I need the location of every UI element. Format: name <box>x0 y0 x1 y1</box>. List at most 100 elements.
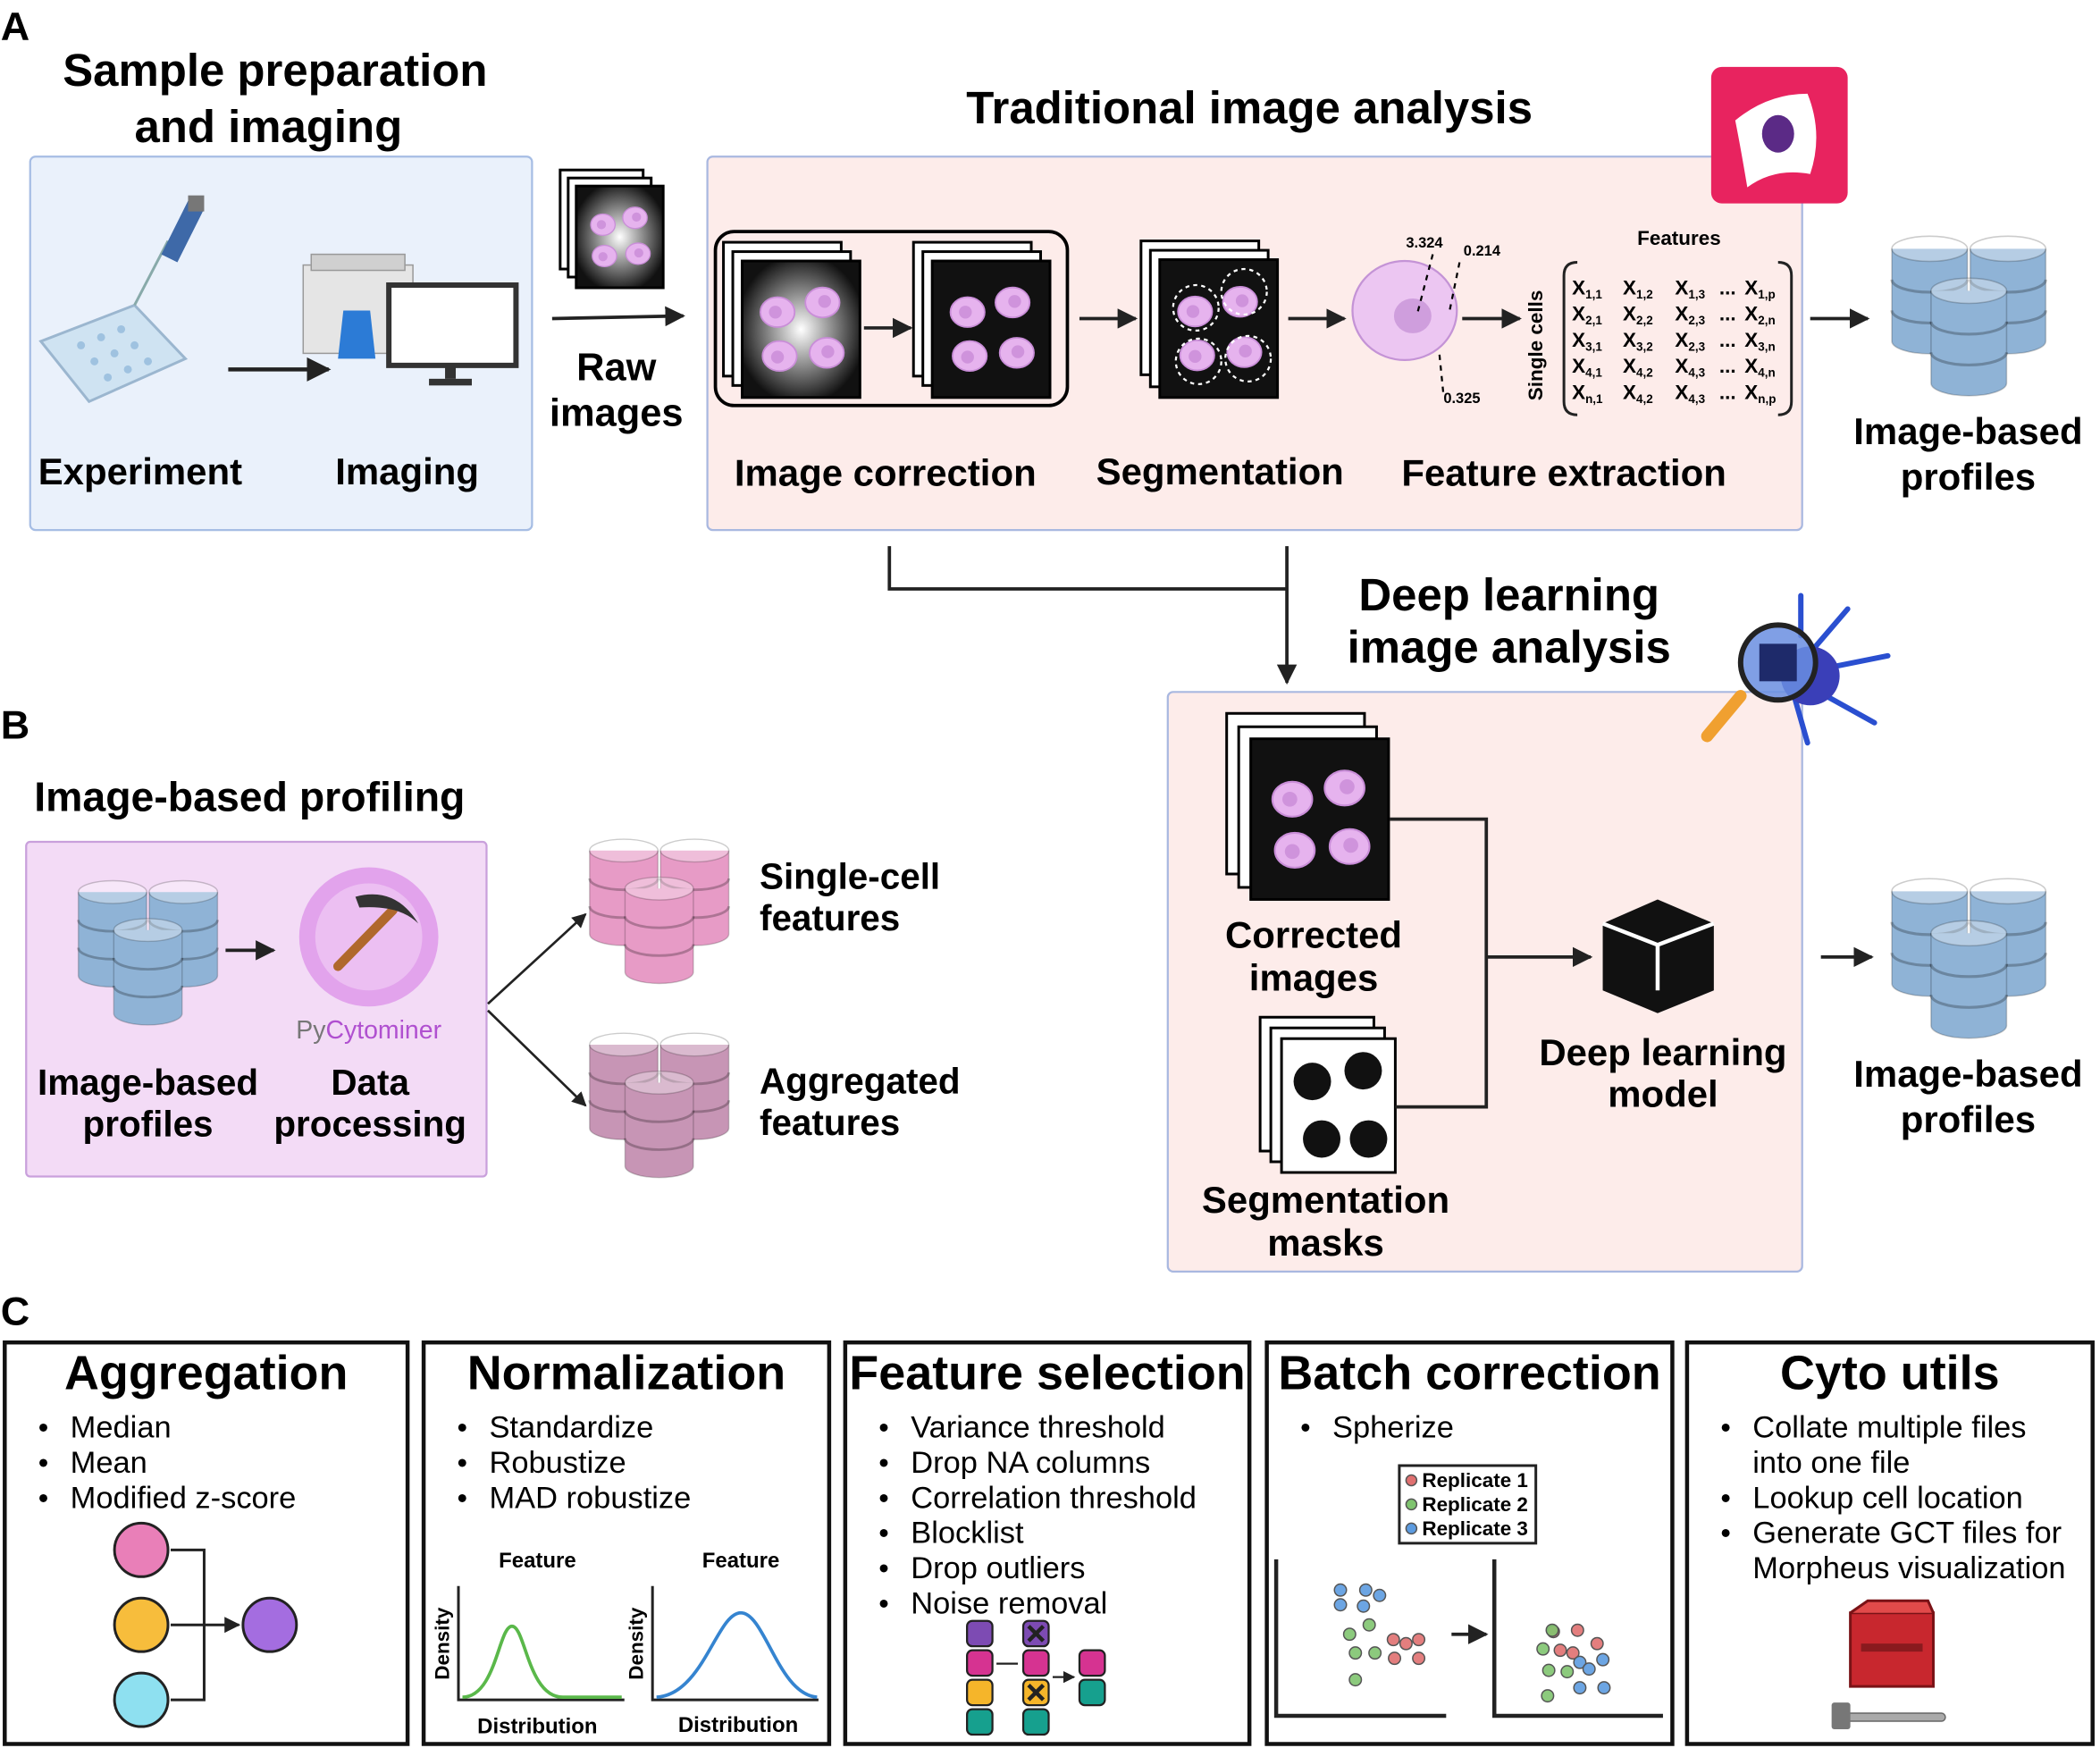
b-profiles-label-line1: Image-based <box>38 1062 258 1103</box>
scatter-point-replicate-1 <box>1412 1633 1426 1647</box>
panel-letter-b: B <box>1 702 29 748</box>
database-icon <box>1892 236 2045 395</box>
bullet: • <box>878 1586 889 1619</box>
bullet: • <box>458 1446 468 1479</box>
bullet: • <box>38 1446 49 1479</box>
scatter-point-replicate-2 <box>1342 1627 1357 1642</box>
scatter-point-replicate-2 <box>1348 1646 1363 1660</box>
method-item: Lookup cell location <box>1752 1481 2022 1515</box>
method-item: Spherize <box>1332 1411 1454 1445</box>
scatter-point-replicate-2 <box>1368 1646 1382 1660</box>
image-correction-label: Image correction <box>735 452 1037 494</box>
bullet: • <box>1720 1481 1731 1514</box>
scatter-point-replicate-3 <box>1597 1681 1611 1695</box>
scatter-point-replicate-3 <box>1333 1583 1348 1597</box>
scatter-point-replicate-2 <box>1560 1665 1575 1679</box>
deep-model-label-line1: Deep learning <box>1539 1031 1786 1073</box>
cube-icon <box>1601 899 1715 1013</box>
scatter-point-replicate-3 <box>1573 1681 1587 1695</box>
sample-title-line1: Sample preparation <box>63 45 487 96</box>
experiment-label: Experiment <box>38 450 242 492</box>
connector-line <box>887 546 1288 591</box>
scatter-point-replicate-3 <box>1596 1652 1610 1667</box>
method-item: Generate GCT files for <box>1752 1517 2062 1551</box>
segmentation-label: Segmentation <box>1096 450 1344 492</box>
raw-images-stack-icon <box>559 168 665 290</box>
legend-replicate-1: Replicate 1 <box>1422 1469 1528 1492</box>
imaging-label: Imaging <box>335 450 479 492</box>
processing-label-line2: processing <box>273 1104 466 1145</box>
deep-profiles-label-line1: Image-based <box>1853 1053 2082 1095</box>
method-title: Cyto utils <box>1780 1347 2000 1400</box>
segmentation-masks-label-line1: Segmentation <box>1202 1179 1449 1221</box>
b-profiles-label-line2: profiles <box>83 1104 214 1145</box>
method-item: Collate multiple files <box>1752 1411 2026 1445</box>
raw-images-label-line1: Raw <box>576 346 657 389</box>
sample-title-line2: and imaging <box>134 101 402 152</box>
bullet: • <box>878 1517 889 1550</box>
legend-replicate-2: Replicate 2 <box>1422 1493 1528 1516</box>
arrow <box>551 306 685 327</box>
features-header: Features <box>1637 227 1721 249</box>
raw-images-label-line2: images <box>550 391 684 434</box>
corrected-images-label-line2: images <box>1249 956 1378 998</box>
corrected-images-label-line1: Corrected <box>1225 913 1402 955</box>
aggregated-database-icon <box>590 1033 729 1177</box>
single-cell-database-icon <box>590 839 729 983</box>
panel-letter-c: C <box>1 1289 29 1334</box>
method-panel-0: Aggregation • Median • Mean • Modified z-score <box>3 1340 410 1746</box>
feature-extraction-label: Feature extraction <box>1401 452 1726 494</box>
scatter-point-replicate-1 <box>1570 1623 1584 1637</box>
deep-title-line1: Deep learning <box>1358 569 1659 620</box>
method-item: Variance threshold <box>911 1411 1165 1445</box>
method-item: Modified z-score <box>71 1481 297 1515</box>
scatter-point-replicate-2 <box>1545 1623 1559 1637</box>
bullet: • <box>1720 1517 1731 1550</box>
processing-label-line1: Data <box>331 1062 409 1103</box>
bullet: • <box>1720 1411 1731 1444</box>
feature-value-2: 0.214 <box>1464 243 1501 259</box>
scatter-point-replicate-1 <box>1399 1636 1413 1651</box>
method-item: Noise removal <box>911 1586 1107 1620</box>
scatter-point-replicate-3 <box>1582 1662 1596 1677</box>
method-title: Aggregation <box>64 1347 348 1400</box>
bullet: • <box>458 1481 468 1514</box>
scatter-point-replicate-2 <box>1348 1673 1363 1687</box>
scatter-point-replicate-3 <box>1357 1599 1371 1613</box>
method-item: into one file <box>1752 1446 1910 1480</box>
cell-app-icon <box>1710 66 1848 204</box>
scatter-point-replicate-2 <box>1541 1663 1556 1677</box>
deep-title-line2: image analysis <box>1348 621 1671 672</box>
aggregated-label-line2: features <box>760 1102 900 1143</box>
bullet: • <box>1300 1411 1311 1444</box>
aggregated-label-line1: Aggregated <box>760 1061 961 1102</box>
bullet: • <box>38 1411 49 1444</box>
corrected-image-stack-icon <box>911 240 1052 399</box>
method-title: Batch correction <box>1278 1347 1660 1400</box>
arrow <box>487 912 587 1005</box>
panel-border <box>3 1340 410 1746</box>
bullet: • <box>878 1481 889 1514</box>
single-cell-label-line1: Single-cell <box>760 855 940 896</box>
bullet: • <box>878 1551 889 1584</box>
legend-replicate-3: Replicate 3 <box>1422 1517 1528 1540</box>
feature-value-3: 0.325 <box>1443 391 1480 407</box>
scatter-point-replicate-2 <box>1362 1618 1376 1632</box>
method-item: Correlation threshold <box>911 1481 1197 1515</box>
bullet: • <box>878 1411 889 1444</box>
matrix-cell: ... <box>1719 381 1736 403</box>
scatter-point-replicate-1 <box>1553 1643 1567 1658</box>
method-item: Robustize <box>489 1446 626 1480</box>
single-cell-label-line2: features <box>760 897 900 938</box>
profiles-label-line2: profiles <box>1901 456 2036 498</box>
scatter-point-replicate-2 <box>1541 1689 1555 1703</box>
segmentation-stack-icon <box>1139 240 1280 399</box>
bullet: • <box>878 1446 889 1479</box>
panel-letter-a: A <box>1 4 29 49</box>
density-label: Density <box>432 1607 454 1680</box>
method-item: Mean <box>71 1446 147 1480</box>
matrix-cell: ... <box>1719 329 1736 351</box>
bullet: • <box>458 1411 468 1444</box>
method-title: Normalization <box>467 1347 785 1400</box>
logo-py: Py <box>296 1016 326 1045</box>
